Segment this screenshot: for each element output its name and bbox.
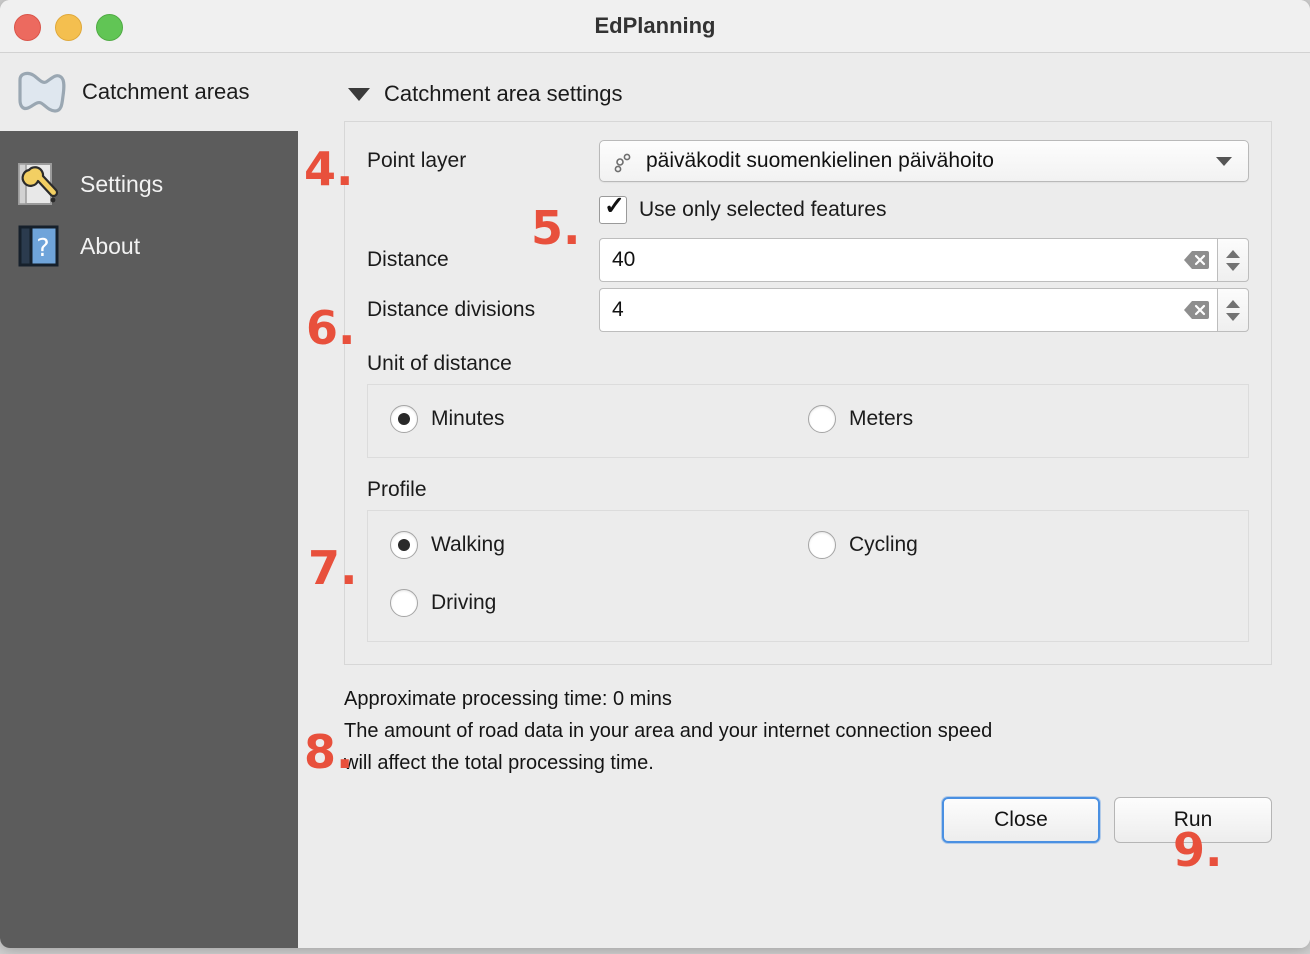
chevron-down-icon [1216, 156, 1232, 166]
sidebar-item-about-label: About [80, 232, 141, 259]
catchment-settings-groupbox: Point layer päiväkodit suomenkielinen pä… [344, 121, 1272, 665]
unit-of-distance-label: Unit of distance [367, 352, 512, 375]
catchment-areas-title: Catchment areas [82, 79, 250, 104]
processing-time-line2: The amount of road data in your area and… [344, 720, 993, 742]
settings-wrench-icon [12, 158, 64, 210]
stepper-up-icon[interactable] [1226, 249, 1240, 258]
distance-divisions-stepper[interactable] [1217, 288, 1249, 332]
window-body: Catchment areas Settings ? About Catchme… [0, 53, 1310, 948]
point-layer-row: Point layer päiväkodit suomenkielinen pä… [367, 140, 1249, 182]
use-selected-features-label: Use only selected features [639, 198, 887, 221]
close-button[interactable]: Close [942, 797, 1100, 843]
sidebar: Settings ? About [0, 131, 298, 948]
distance-divisions-row: Distance divisions 4 [367, 288, 1249, 332]
point-layer-dots-icon [612, 148, 638, 174]
catchment-settings-label: Catchment area settings [384, 81, 623, 106]
radio-meters[interactable]: Meters [808, 405, 1226, 433]
distance-divisions-input[interactable]: 4 [599, 288, 1217, 332]
distance-stepper[interactable] [1217, 238, 1249, 282]
distance-value: 40 [612, 248, 636, 271]
distance-divisions-value: 4 [612, 298, 624, 321]
distance-row: Distance 40 [367, 238, 1249, 282]
processing-time-info: Approximate processing time: 0 mins The … [344, 683, 1272, 779]
use-selected-features-row[interactable]: ✓ Use only selected features [599, 192, 1249, 224]
radio-cycling-label: Cycling [849, 533, 918, 556]
sidebar-item-about[interactable]: ? About [0, 215, 298, 277]
stepper-down-icon[interactable] [1226, 262, 1240, 271]
radio-minutes-label: Minutes [431, 407, 505, 430]
settings-pane: Catchment area settings Point layer päiv… [298, 53, 1310, 948]
unit-of-distance-options: Minutes Meters [390, 405, 1226, 437]
distance-label: Distance [367, 248, 449, 271]
stepper-down-icon[interactable] [1226, 312, 1240, 321]
distance-divisions-spinbox[interactable]: 4 [599, 288, 1249, 332]
radio-walking[interactable]: Walking [390, 531, 808, 559]
checkmark-icon: ✓ [604, 192, 625, 220]
distance-divisions-label: Distance divisions [367, 298, 536, 321]
close-window-button[interactable] [14, 14, 41, 41]
radio-driving[interactable]: Driving [390, 589, 808, 617]
backspace-clear-icon[interactable] [1183, 250, 1209, 270]
processing-time-line1: Approximate processing time: 0 mins [344, 688, 672, 710]
profile-options: Walking Cycling Driving [390, 531, 1226, 621]
processing-time-line3: will affect the total processing time. [344, 752, 654, 774]
window-title: EdPlanning [594, 13, 716, 38]
catchment-areas-header: Catchment areas [0, 53, 298, 131]
radio-driving-label: Driving [431, 591, 497, 614]
profile-label: Profile [367, 478, 427, 501]
sidebar-item-settings-label: Settings [80, 170, 164, 197]
zoom-window-button[interactable] [96, 14, 123, 41]
backspace-clear-icon[interactable] [1183, 300, 1209, 320]
radio-walking-label: Walking [431, 533, 505, 556]
minimize-window-button[interactable] [55, 14, 82, 41]
distance-input[interactable]: 40 [599, 238, 1217, 282]
radio-cycling[interactable]: Cycling [808, 531, 1226, 559]
radio-driving-indicator[interactable] [390, 589, 418, 617]
radio-cycling-indicator[interactable] [808, 531, 836, 559]
point-layer-label: Point layer [367, 149, 467, 172]
stepper-up-icon[interactable] [1226, 299, 1240, 308]
distance-spinbox[interactable]: 40 [599, 238, 1249, 282]
radio-minutes-indicator[interactable] [390, 405, 418, 433]
title-bar: EdPlanning [0, 0, 1310, 53]
sidebar-item-settings[interactable]: Settings [0, 153, 298, 215]
catchment-polygon-icon [12, 70, 70, 114]
screenshot-root: |||||| ||| ||||| || |||| ||||| | |||||||… [0, 0, 1310, 954]
use-selected-features-checkbox[interactable]: ✓ [599, 192, 627, 224]
catchment-settings-toggle[interactable]: Catchment area settings [348, 53, 1272, 107]
dialog-buttons: Close Run [344, 797, 1272, 843]
radio-meters-label: Meters [849, 407, 914, 430]
radio-meters-indicator[interactable] [808, 405, 836, 433]
triangle-down-icon [348, 87, 370, 101]
radio-minutes[interactable]: Minutes [390, 405, 808, 433]
edplanning-window: EdPlanning Catchment areas Settings ? Ab… [0, 0, 1310, 948]
profile-group: Walking Cycling Driving [367, 510, 1249, 642]
point-layer-combobox[interactable]: päiväkodit suomenkielinen päivähoito [599, 140, 1249, 182]
run-button[interactable]: Run [1114, 797, 1272, 843]
radio-walking-indicator[interactable] [390, 531, 418, 559]
point-layer-value: päiväkodit suomenkielinen päivähoito [646, 149, 994, 172]
unit-of-distance-group: Minutes Meters [367, 384, 1249, 458]
traffic-lights [14, 14, 123, 41]
about-book-icon: ? [12, 220, 64, 272]
svg-text:?: ? [36, 233, 49, 262]
